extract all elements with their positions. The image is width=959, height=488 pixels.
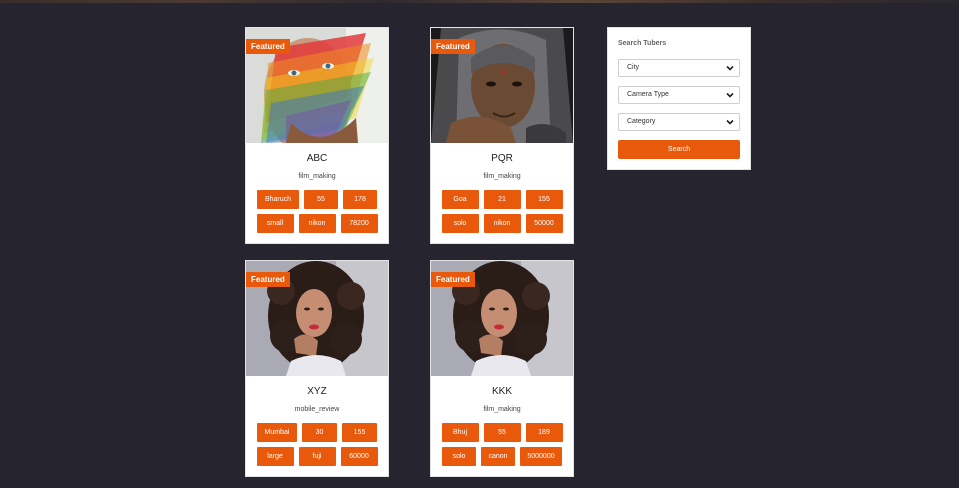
tuber-name[interactable]: PQR: [431, 153, 573, 165]
featured-badge: Featured: [431, 39, 475, 54]
tag-age: 55: [483, 423, 521, 442]
tag-camera: nikon: [483, 214, 521, 233]
tag-height: 155: [525, 190, 563, 209]
tag-city: Goa: [441, 190, 479, 209]
header-image-strip: [0, 0, 959, 3]
chevron-down-icon: [726, 119, 734, 125]
chevron-down-icon: [726, 92, 734, 98]
tuber-card[interactable]: Featured KKK film_making Bhuj 55 189 sol…: [430, 260, 574, 477]
tag-price: 5000000: [520, 447, 562, 466]
tag-height: 178: [343, 190, 377, 209]
tuber-name[interactable]: XYZ: [246, 386, 388, 398]
tag-city: Mumbai: [257, 423, 297, 442]
camera-type-select-label: Camera Type: [627, 91, 669, 98]
tuber-category: film_making: [298, 173, 336, 180]
featured-badge: Featured: [246, 272, 290, 287]
tuber-name[interactable]: ABC: [246, 153, 388, 165]
tag-crew: small: [256, 214, 294, 233]
chevron-down-icon: [726, 65, 734, 71]
tag-age: 21: [483, 190, 521, 209]
search-title: Search Tubers: [618, 40, 667, 47]
search-button[interactable]: Search: [618, 140, 740, 159]
category-select[interactable]: Category: [618, 113, 740, 131]
featured-badge: Featured: [246, 39, 290, 54]
category-select-label: Category: [627, 118, 656, 125]
tuber-category: mobile_review: [294, 406, 340, 413]
tuber-category: film_making: [483, 173, 521, 180]
tag-crew: solo: [442, 447, 476, 466]
city-select[interactable]: City: [618, 59, 740, 77]
featured-badge: Featured: [431, 272, 475, 287]
tag-price: 78200: [340, 214, 378, 233]
tag-price: 60000: [340, 447, 378, 466]
tuber-photo[interactable]: Featured: [246, 261, 388, 376]
tag-camera: fuji: [298, 447, 336, 466]
tuber-photo[interactable]: Featured: [431, 261, 573, 376]
search-panel: Search Tubers City Camera Type Category …: [607, 27, 751, 170]
camera-type-select[interactable]: Camera Type: [618, 86, 740, 104]
tag-age: 30: [302, 423, 337, 442]
tuber-card[interactable]: Featured XYZ mobile_review Mumbai 30 155…: [245, 260, 389, 477]
tag-city: Bharuch: [257, 190, 299, 209]
tuber-photo[interactable]: Featured: [431, 28, 573, 143]
tag-camera: canon: [481, 447, 515, 466]
tag-height: 189: [525, 423, 563, 442]
tag-price: 50000: [525, 214, 563, 233]
tag-camera: nikon: [298, 214, 336, 233]
tuber-card[interactable]: Featured PQR film_making Goa 21 155 solo…: [430, 27, 574, 244]
tag-city: Bhuj: [441, 423, 479, 442]
tuber-card[interactable]: Featured ABC film_making Bharuch 55 178 …: [245, 27, 389, 244]
tag-crew: large: [256, 447, 294, 466]
tuber-photo[interactable]: Featured: [246, 28, 388, 143]
tuber-name[interactable]: KKK: [431, 386, 573, 398]
tag-height: 155: [342, 423, 377, 442]
tuber-category: film_making: [483, 406, 521, 413]
tag-age: 55: [304, 190, 338, 209]
tag-crew: solo: [441, 214, 479, 233]
city-select-label: City: [627, 64, 640, 71]
